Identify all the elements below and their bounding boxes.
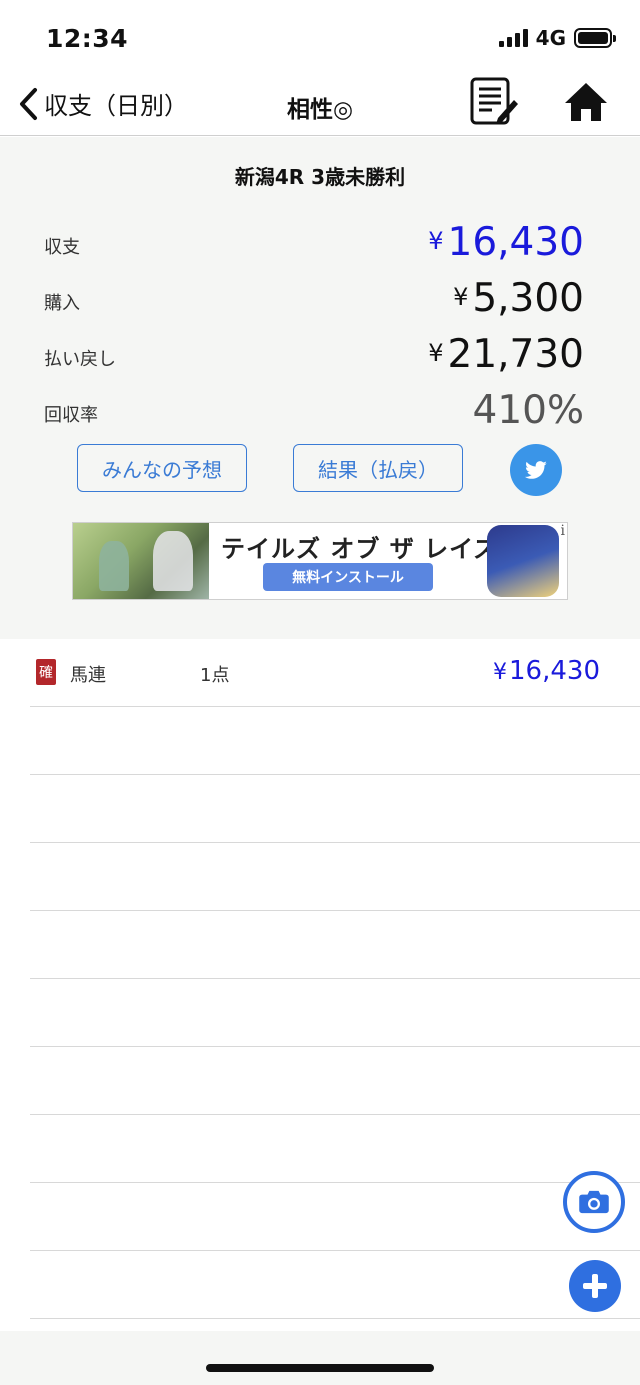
status-bar: 12:34 4G xyxy=(0,0,640,78)
status-indicators: 4G xyxy=(498,26,616,50)
ad-app-icon xyxy=(487,525,559,597)
memo-edit-icon xyxy=(470,77,518,125)
empty-row xyxy=(30,1115,640,1183)
payout-label: 払い戻し xyxy=(44,349,116,370)
empty-row xyxy=(30,775,640,843)
row-recovery-rate: 回収率 410% xyxy=(44,381,584,437)
empty-row xyxy=(30,1183,640,1251)
battery-icon xyxy=(574,28,616,48)
back-label: 収支（日別） xyxy=(44,92,188,120)
bet-count: 1点 xyxy=(200,665,230,686)
add-button[interactable] xyxy=(569,1260,621,1312)
row-balance: 収支 ¥16,430 xyxy=(44,213,584,269)
bet-amount: ¥16,430 xyxy=(493,656,600,686)
row-payout: 払い戻し ¥21,730 xyxy=(44,325,584,381)
ad-artwork xyxy=(73,523,209,599)
empty-row xyxy=(30,1251,640,1319)
camera-icon xyxy=(579,1190,609,1214)
balance-label: 収支 xyxy=(44,237,80,258)
nav-bar: 収支（日別） 相性◎ xyxy=(0,76,640,136)
empty-row xyxy=(30,707,640,775)
ad-install-button[interactable]: 無料インストール xyxy=(263,563,433,591)
balance-value: ¥16,430 xyxy=(428,220,584,265)
payout-value: ¥21,730 xyxy=(428,332,584,377)
empty-row xyxy=(30,911,640,979)
confirmed-badge: 確 xyxy=(36,659,56,685)
home-indicator[interactable] xyxy=(206,1364,434,1372)
camera-button[interactable] xyxy=(563,1171,625,1233)
row-purchase: 購入 ¥5,300 xyxy=(44,269,584,325)
plus-icon xyxy=(583,1274,607,1298)
purchase-value: ¥5,300 xyxy=(453,276,584,321)
home-icon xyxy=(565,83,607,121)
empty-row xyxy=(30,1047,640,1115)
home-button[interactable] xyxy=(562,80,610,124)
twitter-share-button[interactable] xyxy=(510,444,562,496)
network-type: 4G xyxy=(535,26,566,50)
predictions-button[interactable]: みんなの予想 xyxy=(77,444,247,492)
purchase-label: 購入 xyxy=(44,293,80,314)
empty-row xyxy=(30,843,640,911)
empty-row xyxy=(30,979,640,1047)
status-time: 12:34 xyxy=(46,24,129,53)
ad-title: テイルズ オブ ザ レイズ xyxy=(221,535,499,563)
bet-type: 馬連 xyxy=(70,665,106,686)
bet-row[interactable]: 確 馬連 1点 ¥16,430 xyxy=(30,639,640,707)
twitter-icon xyxy=(524,461,547,479)
race-title: 新潟4R 3歳未勝利 xyxy=(234,165,406,189)
results-button[interactable]: 結果（払戻） xyxy=(293,444,463,492)
summary-panel: 新潟4R 3歳未勝利 収支 ¥16,430 購入 ¥5,300 払い戻し ¥21… xyxy=(0,137,640,639)
signal-icon xyxy=(498,29,528,47)
chevron-left-icon xyxy=(20,87,37,120)
bottom-safe-area xyxy=(0,1331,640,1385)
ad-banner[interactable]: テイルズ オブ ザ レイズ 無料インストール i xyxy=(72,522,568,600)
memo-button[interactable] xyxy=(468,76,520,126)
bet-list: 確 馬連 1点 ¥16,430 xyxy=(0,639,640,1331)
recovery-rate-label: 回収率 xyxy=(44,405,98,426)
recovery-rate-value: 410% xyxy=(472,388,585,433)
ad-info-icon[interactable]: i xyxy=(561,523,565,539)
back-button[interactable]: 収支（日別） xyxy=(18,86,188,121)
